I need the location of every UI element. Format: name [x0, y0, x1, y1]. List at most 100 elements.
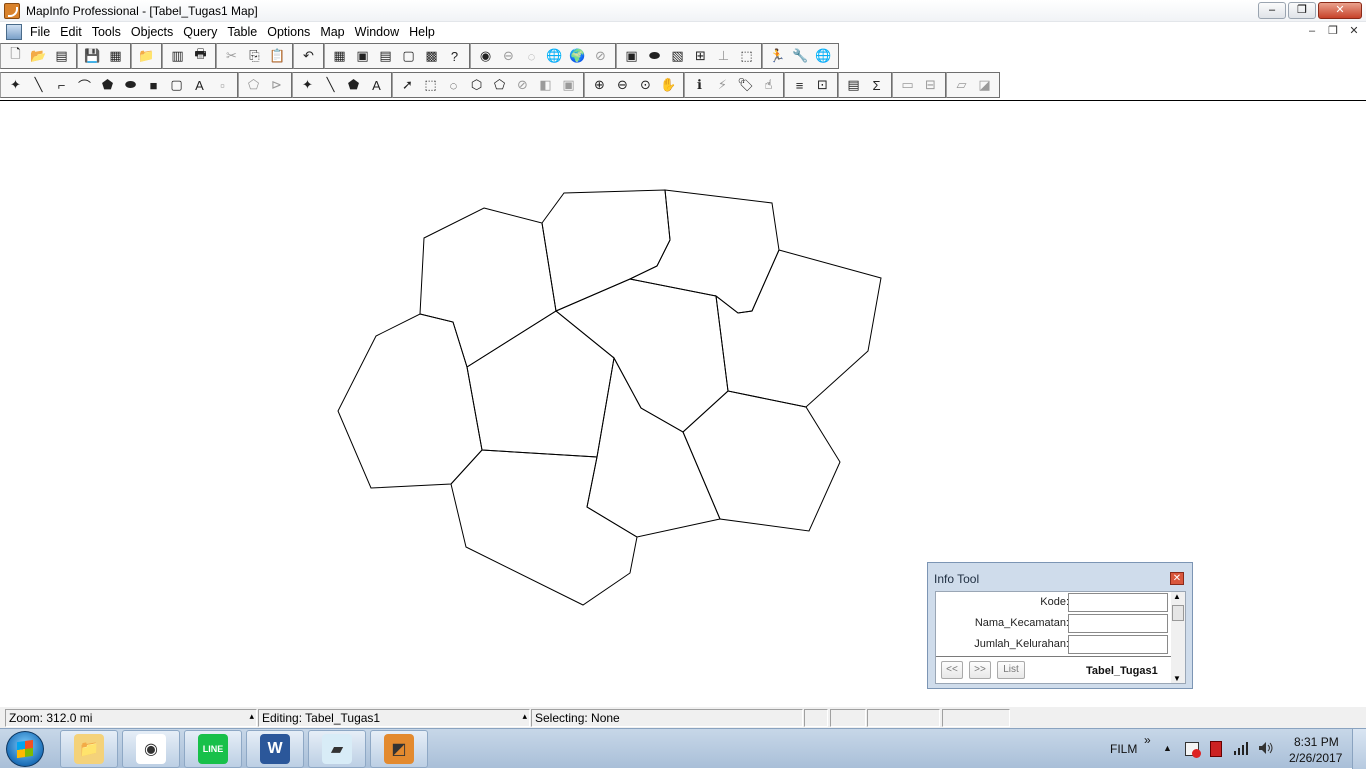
doc-restore-button[interactable]: ❐ [1325, 24, 1341, 40]
clip-region-button[interactable]: ▭ [896, 74, 919, 96]
earth-check-button[interactable]: 🌍 [566, 45, 589, 67]
map-window-button[interactable]: ▣ [620, 45, 643, 67]
page-setup-button[interactable]: ▥ [166, 45, 189, 67]
help-button[interactable]: ? [443, 45, 466, 67]
open-workspace-button[interactable]: 📁 [135, 45, 158, 67]
run-button[interactable]: 🏃 [766, 45, 789, 67]
image-button[interactable]: ▧ [666, 45, 689, 67]
clock-date[interactable]: 2/26/2017 [1289, 751, 1342, 765]
map-region-3[interactable] [628, 189, 780, 314]
paste-button[interactable]: 📋 [266, 45, 289, 67]
info-field-kode[interactable] [1068, 593, 1168, 612]
ellipse-button[interactable]: ⬬ [119, 74, 142, 96]
chrome-taskbar-button[interactable]: ◉ [122, 730, 180, 768]
scroll-up-arrow-icon[interactable]: ▲ [1173, 592, 1181, 601]
map-region-6[interactable] [337, 313, 483, 489]
boundary-select-button[interactable]: ⬠ [488, 74, 511, 96]
new-redistrict-button[interactable]: ▩ [420, 45, 443, 67]
scroll-down-arrow-icon[interactable]: ▼ [1173, 674, 1181, 683]
info-field-nama-kecamatan[interactable] [1068, 614, 1168, 633]
layer-disabled-button[interactable]: ◌ [520, 45, 543, 67]
info-tool-button[interactable]: ℹ [688, 74, 711, 96]
volume-speaker-icon[interactable] [1258, 740, 1274, 759]
doc-minimize-button[interactable]: – [1304, 24, 1320, 40]
menu-objects[interactable]: Objects [131, 24, 181, 40]
grabber-hand-button[interactable]: ✋ [657, 74, 680, 96]
menu-tools[interactable]: Tools [92, 24, 129, 40]
polyline-button[interactable]: ⌐ [50, 74, 73, 96]
ruler-button[interactable]: ⊥ [712, 45, 735, 67]
window-select-button[interactable]: ⬚ [735, 45, 758, 67]
hotlink-button[interactable]: ⚡ [711, 74, 734, 96]
rounded-rectangle-button[interactable]: ▢ [165, 74, 188, 96]
marquee-select-button[interactable]: ⬚ [419, 74, 442, 96]
cut-button[interactable]: ✂ [220, 45, 243, 67]
clock-time[interactable]: 8:31 PM [1294, 735, 1339, 749]
ruler-disabled-button[interactable]: ◪ [973, 74, 996, 96]
map-region-10[interactable] [450, 449, 638, 606]
scroll-thumb[interactable] [1172, 605, 1184, 621]
save-table-button[interactable]: 💾 [81, 45, 104, 67]
zoom-dropdown-icon[interactable]: ▴ [249, 710, 254, 724]
symbol-button[interactable]: ✦ [4, 74, 27, 96]
world-button[interactable]: 🌐 [812, 45, 835, 67]
info-tool-close-button[interactable]: ✕ [1170, 572, 1184, 585]
null-button[interactable]: ⊘ [589, 45, 612, 67]
open-table-button[interactable]: 📂 [27, 45, 50, 67]
rectangle-button[interactable]: ■ [142, 74, 165, 96]
menu-edit[interactable]: Edit [60, 24, 90, 40]
statistics-button[interactable]: Σ [865, 74, 888, 96]
editing-dropdown-icon[interactable]: ▴ [522, 710, 527, 724]
new-table-button[interactable]: 🗋 [4, 45, 27, 67]
maximize-button[interactable]: ❐ [1288, 2, 1316, 19]
label-tool-button[interactable]: 🏷 [734, 74, 757, 96]
line-button[interactable]: ╲ [27, 74, 50, 96]
map-region-7[interactable] [466, 310, 615, 458]
zoom-in-button[interactable]: ⊕ [588, 74, 611, 96]
mapinfo-app-icon[interactable] [4, 3, 20, 19]
layer-control-button[interactable]: ≡ [788, 74, 811, 96]
new-mapper-button[interactable]: ▣ [351, 45, 374, 67]
word-taskbar-button[interactable]: W [246, 730, 304, 768]
catalog-button[interactable]: ◉ [474, 45, 497, 67]
set-target-button[interactable]: ⊟ [919, 74, 942, 96]
document-window-icon[interactable] [6, 24, 22, 40]
symbol-style-button[interactable]: ✦ [296, 74, 319, 96]
open-dbms-button[interactable]: ▤ [50, 45, 73, 67]
add-node-button[interactable]: ⊳ [265, 74, 288, 96]
unselect-all-button[interactable]: ⊘ [511, 74, 534, 96]
reshape-button[interactable]: ⬠ [242, 74, 265, 96]
new-layout-button[interactable]: ▢ [397, 45, 420, 67]
globe-button[interactable]: 🌐 [543, 45, 566, 67]
tray-film-label[interactable]: FILM [1110, 742, 1137, 756]
security-shield-icon[interactable] [1210, 741, 1222, 757]
show-desktop-button[interactable] [1352, 729, 1366, 769]
map-region-9[interactable] [682, 390, 841, 532]
close-button[interactable]: ✕ [1318, 2, 1362, 19]
undo-button[interactable]: ↶ [297, 45, 320, 67]
minimize-button[interactable]: ‒ [1258, 2, 1286, 19]
action-center-flag-icon[interactable] [1185, 742, 1201, 758]
line-style-button[interactable]: ╲ [319, 74, 342, 96]
arc-button[interactable]: ⌒ [73, 74, 96, 96]
map-region-1[interactable] [419, 207, 557, 368]
menu-window[interactable]: Window [355, 24, 407, 40]
text-style-button[interactable]: A [365, 74, 388, 96]
drag-map-button[interactable]: ☝ [757, 74, 780, 96]
scale-bar-button[interactable]: ▱ [950, 74, 973, 96]
start-button[interactable] [6, 731, 44, 767]
map-region-2[interactable] [541, 189, 671, 312]
geocode-button[interactable]: ⬬ [643, 45, 666, 67]
graph-select-button[interactable]: ▣ [557, 74, 580, 96]
invert-selection-button[interactable]: ◧ [534, 74, 557, 96]
new-grapher-button[interactable]: ▤ [374, 45, 397, 67]
menu-file[interactable]: File [30, 24, 58, 40]
copy-button[interactable]: ⎘ [243, 45, 266, 67]
info-prev-button[interactable]: << [941, 661, 963, 679]
polygon-select-button[interactable]: ⬡ [465, 74, 488, 96]
line-taskbar-button[interactable]: LINE [184, 730, 242, 768]
map-region-8[interactable] [586, 356, 721, 538]
menu-options[interactable]: Options [267, 24, 318, 40]
doc-close-button[interactable]: ✕ [1346, 24, 1362, 40]
print-button[interactable]: 🖶 [189, 45, 212, 67]
